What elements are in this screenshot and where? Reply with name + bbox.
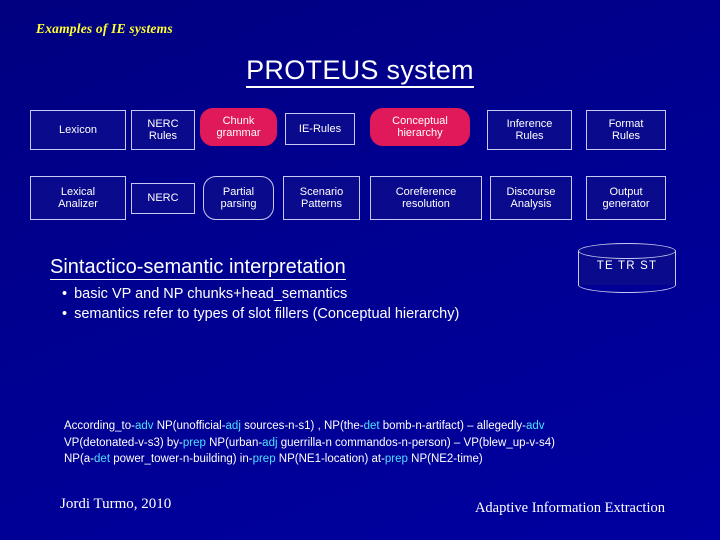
section-heading-text: Sintactico-semantic interpretation [50, 256, 346, 280]
example-text: According_to- [64, 420, 135, 432]
example-line-3: NP(a-det power_tower-n-building) in-prep… [64, 451, 664, 468]
database-label: TE TR ST [596, 260, 658, 272]
resource-box-label: Format Rules [608, 117, 644, 142]
example-line-1: According_to-adv NP(unofficial-adj sourc… [64, 418, 664, 435]
bullet-list: basic VP and NP chunks+head_semantics se… [50, 284, 610, 324]
resource-box-label: Conceptual hierarchy [392, 114, 448, 139]
module-box-label: Scenario Patterns [299, 185, 344, 210]
slide-kicker: Examples of IE systems [36, 21, 173, 36]
resource-box-3: Chunk grammar [200, 108, 277, 146]
resource-box-5: Conceptual hierarchy [370, 108, 470, 146]
resource-box-7: Format Rules [586, 110, 666, 150]
list-item: semantics refer to types of slot fillers… [50, 304, 610, 324]
cylinder-top [578, 243, 676, 259]
resource-box-1: Lexicon [30, 110, 126, 150]
pos-tag: det [363, 420, 380, 432]
pos-tag: det [94, 453, 111, 466]
module-box-4: Scenario Patterns [283, 176, 360, 220]
resource-box-6: Inference Rules [487, 110, 572, 150]
pos-tag: prep [252, 453, 276, 466]
resource-box-label: NERC Rules [147, 117, 179, 142]
module-box-2: NERC [131, 183, 195, 214]
page-title-text: PROTEUS system [246, 55, 474, 88]
pos-tag: adv [525, 420, 545, 432]
footer-course: Adaptive Information Extraction [474, 500, 665, 516]
footer-author: Jordi Turmo, 2010 [60, 496, 172, 512]
example-text: power_tower-n-building) in- [110, 453, 253, 466]
module-box-label: Lexical Analizer [58, 185, 98, 210]
module-box-6: Discourse Analysis [490, 176, 572, 220]
example-text: NP(a- [64, 453, 95, 466]
resource-box-label: Chunk grammar [216, 114, 261, 139]
module-box-3: Partial parsing [203, 176, 274, 220]
module-box-label: NERC [147, 192, 179, 205]
module-box-5: Coreference resolution [370, 176, 482, 220]
module-box-label: Coreference resolution [395, 185, 457, 210]
list-item: basic VP and NP chunks+head_semantics [50, 284, 610, 304]
example-line-2: VP(detonated-v-s3) by-prep NP(urban-adj … [64, 435, 664, 452]
example-text: VP(detonated-v-s3) by- [64, 436, 183, 449]
slide: Examples of IE systems PROTEUS system Le… [0, 0, 720, 540]
example-text: bomb-n-artifact) – allegedly- [379, 420, 526, 432]
pos-tag: prep [182, 436, 206, 449]
module-box-7: Output generator [586, 176, 666, 220]
section-heading: Sintactico-semantic interpretation [50, 256, 346, 280]
example-analysis: According_to-adv NP(unofficial-adj sourc… [64, 418, 664, 468]
example-text: guerrilla-n commandos-n-person) – VP(ble… [277, 436, 555, 449]
example-text: NP(NE2-time) [407, 453, 483, 466]
module-box-label: Discourse Analysis [506, 185, 556, 210]
pos-tag: prep [384, 453, 408, 466]
example-text: NP(unofficial- [153, 420, 226, 432]
example-text: NP(urban- [205, 436, 263, 449]
module-box-label: Partial parsing [220, 185, 257, 210]
module-box-label: Output generator [602, 185, 650, 210]
pos-tag: adj [262, 436, 278, 449]
resource-box-2: NERC Rules [131, 110, 195, 150]
resource-box-label: Lexicon [59, 123, 97, 136]
example-text: sources-n-s1) , NP(the- [240, 420, 364, 432]
page-title: PROTEUS system [0, 55, 720, 88]
pos-tag: adv [134, 420, 154, 432]
module-box-1: Lexical Analizer [30, 176, 126, 220]
example-text: NP(NE1-location) at- [275, 453, 385, 466]
resource-box-label: IE-Rules [298, 122, 342, 135]
pos-tag: adj [225, 420, 241, 432]
resource-box-label: Inference Rules [506, 117, 553, 142]
resource-box-4: IE-Rules [285, 113, 355, 145]
